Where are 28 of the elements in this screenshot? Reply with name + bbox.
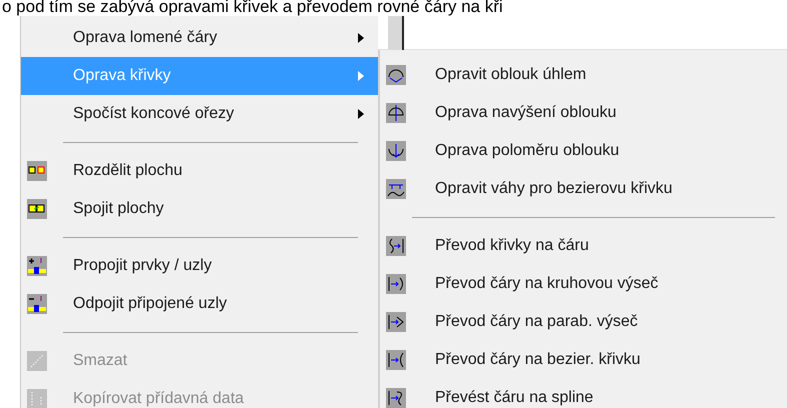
submenu-item[interactable]: Převod čáry na parab. výseč [380, 303, 787, 341]
join-area-icon [27, 199, 47, 219]
submenu-item[interactable]: Převést čáru na spline [380, 379, 787, 408]
menu-item[interactable]: Odpojit připojené uzly [21, 285, 378, 323]
submenu-item[interactable]: Oprava poloměru oblouku [380, 132, 787, 170]
arc-icon [386, 65, 406, 85]
menu-item[interactable]: Rozdělit plochu [21, 152, 378, 190]
connect-nodes-icon [27, 256, 47, 276]
menu-item[interactable]: Oprava lomené čáry [21, 19, 378, 57]
submenu-item[interactable]: Opravit oblouk úhlem [380, 56, 787, 94]
menu-item[interactable]: Propojit prvky / uzly [21, 247, 378, 285]
line-to-parabola-icon [386, 312, 406, 332]
line-to-spline-icon [386, 388, 406, 408]
menu-item[interactable]: Spočíst koncové ořezy [21, 95, 378, 133]
line-to-bezier-icon [386, 350, 406, 370]
submenu-item[interactable]: Opravit váhy pro bezierovu křivku [380, 170, 787, 208]
menu-item[interactable]: Spojit plochy [21, 190, 378, 228]
line-to-arc-icon [386, 274, 406, 294]
disconnect-nodes-icon [27, 294, 47, 314]
submenu-item[interactable]: Převod čáry na kruhovou výseč [380, 265, 787, 303]
submenu-item[interactable]: Oprava navýšení oblouku [380, 94, 787, 132]
arc-height-icon [386, 103, 406, 123]
submenu-item[interactable]: Převod čáry na bezier. křivku [380, 341, 787, 379]
submenu-item[interactable]: Převod křivky na čáru [380, 227, 787, 265]
dotted-columns-icon [27, 389, 47, 408]
arc-radius-icon [386, 141, 406, 161]
split-area-icon [27, 161, 47, 181]
curve-weights-icon [386, 179, 406, 199]
